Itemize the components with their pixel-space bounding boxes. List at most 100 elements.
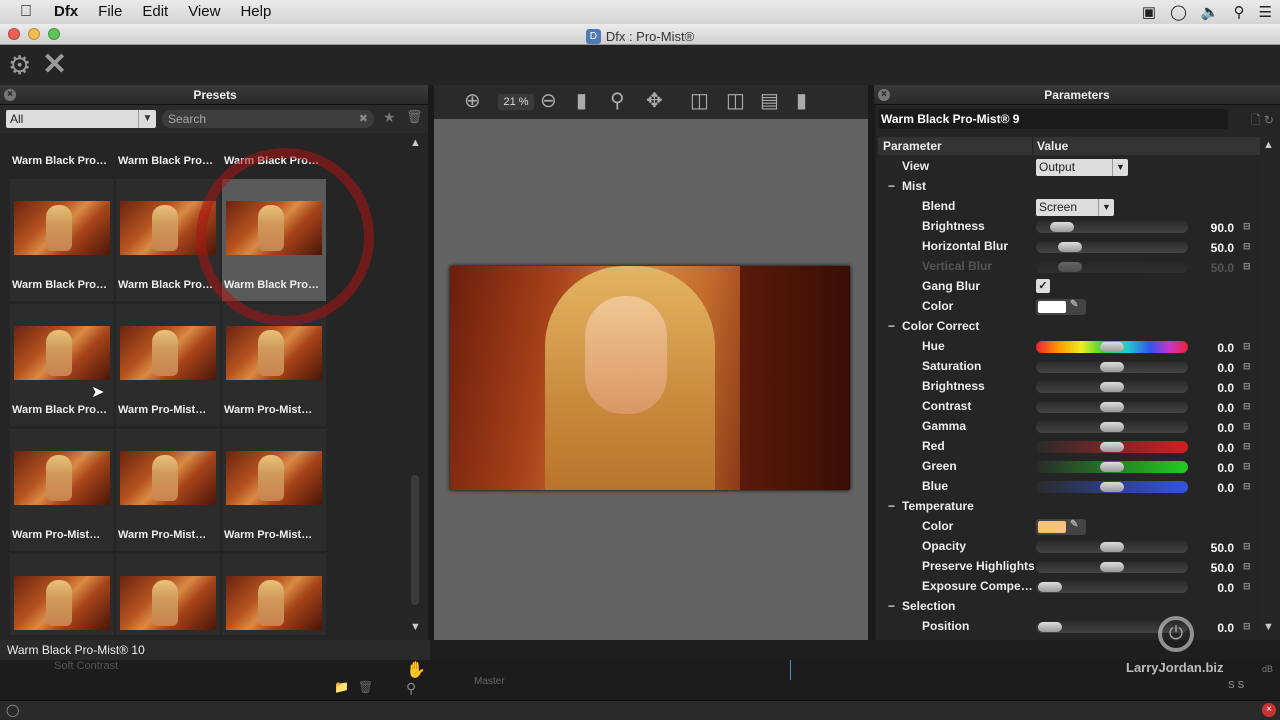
saturation-slider[interactable]: [1036, 361, 1188, 373]
folder-icon[interactable]: 📁: [334, 680, 349, 694]
gear-icon[interactable]: ⚙: [8, 51, 31, 79]
stepper-icon[interactable]: ⊟: [1243, 381, 1251, 392]
stepper-icon[interactable]: ⊟: [1243, 581, 1251, 592]
window-minimize-button[interactable]: [28, 28, 40, 40]
preset-tile[interactable]: Warm Pro-Mist…: [10, 429, 114, 551]
trash-icon[interactable]: 🗑: [406, 109, 423, 125]
zoom-in-icon[interactable]: ⊕: [464, 89, 481, 113]
magnifier-icon[interactable]: ⚲: [406, 680, 416, 697]
view-menu[interactable]: View: [178, 0, 230, 24]
creative-cloud-icon[interactable]: ◯: [6, 703, 19, 717]
slider-knob[interactable]: [1058, 242, 1082, 252]
scroll-down-icon[interactable]: ▼: [410, 621, 421, 633]
param-value[interactable]: 0.0: [1192, 461, 1234, 475]
stepper-icon[interactable]: ⊟: [1243, 561, 1251, 572]
red-slider[interactable]: [1036, 441, 1188, 453]
eyedropper-icon[interactable]: ✎: [1070, 299, 1078, 310]
param-value[interactable]: 0.0: [1192, 421, 1234, 435]
slider-knob[interactable]: [1100, 442, 1124, 452]
scroll-down-icon[interactable]: ▼: [1263, 621, 1274, 633]
stepper-icon[interactable]: ⊟: [1243, 541, 1251, 552]
slider-knob[interactable]: [1100, 422, 1124, 432]
close-red-icon[interactable]: ×: [1262, 703, 1276, 717]
stepper-icon[interactable]: ⊟: [1243, 421, 1251, 432]
contrast-slider[interactable]: [1036, 401, 1188, 413]
pan-move-icon[interactable]: ✥: [646, 89, 663, 113]
param-value[interactable]: 50.0: [1192, 241, 1234, 255]
app-menu[interactable]: Dfx: [44, 0, 88, 24]
slider-knob[interactable]: [1100, 382, 1124, 392]
stepper-icon[interactable]: ⊟: [1243, 481, 1251, 492]
stepper-icon[interactable]: ⊟: [1243, 361, 1251, 372]
window-zoom-button[interactable]: [48, 28, 60, 40]
list-icon[interactable]: ☰: [1259, 3, 1272, 21]
stepper-icon[interactable]: ⊟: [1243, 241, 1251, 252]
panel-divider[interactable]: [868, 85, 874, 640]
slider-knob[interactable]: [1100, 402, 1124, 412]
preset-tile[interactable]: [222, 554, 326, 635]
slider-knob[interactable]: [1100, 362, 1124, 372]
full-view-icon[interactable]: ▮: [796, 89, 807, 113]
param-value[interactable]: 90.0: [1192, 221, 1234, 235]
help-menu[interactable]: Help: [230, 0, 281, 24]
preserve-highlights-slider[interactable]: [1036, 561, 1188, 573]
hand-icon[interactable]: ✋: [406, 660, 426, 680]
param-value[interactable]: 50.0: [1192, 561, 1234, 575]
horizontal-blur-slider[interactable]: [1036, 241, 1188, 253]
param-value[interactable]: 0.0: [1192, 381, 1234, 395]
zoom-level[interactable]: 21 %: [498, 94, 534, 110]
slider-knob[interactable]: [1050, 222, 1074, 232]
exposure-slider[interactable]: [1036, 581, 1188, 593]
parameters-close-icon[interactable]: ×: [878, 89, 890, 101]
preset-tile[interactable]: [10, 554, 114, 635]
param-value[interactable]: 0.0: [1192, 621, 1234, 635]
apple-menu-icon[interactable]: : [0, 0, 44, 24]
gamma-slider[interactable]: [1036, 421, 1188, 433]
mist-color-well[interactable]: ✎: [1036, 299, 1086, 315]
param-value[interactable]: 0.0: [1192, 401, 1234, 415]
image-viewer[interactable]: [434, 119, 868, 640]
search-icon[interactable]: ⚲: [1234, 3, 1245, 21]
scroll-up-icon[interactable]: ▲: [1263, 139, 1274, 151]
cc-brightness-slider[interactable]: [1036, 381, 1188, 393]
split-view-icon[interactable]: ◫: [690, 89, 709, 113]
slider-knob[interactable]: [1100, 342, 1124, 352]
scroll-up-icon[interactable]: ▲: [410, 137, 421, 149]
fit-frame-icon[interactable]: ▮: [576, 89, 587, 113]
hue-slider[interactable]: [1036, 341, 1188, 353]
slider-knob[interactable]: [1100, 542, 1124, 552]
preset-tile[interactable]: Warm Pro-Mist…: [222, 429, 326, 551]
param-group-selection[interactable]: Selection: [878, 597, 1260, 617]
param-group-temperature[interactable]: Temperature: [878, 497, 1260, 517]
compare-vertical-icon[interactable]: ◫: [726, 89, 745, 113]
volume-icon[interactable]: 🔈: [1201, 3, 1220, 21]
scrollbar-thumb[interactable]: [411, 475, 419, 605]
compare-horizontal-icon[interactable]: ▤: [760, 89, 779, 113]
slider-knob[interactable]: [1100, 462, 1124, 472]
green-slider[interactable]: [1036, 461, 1188, 473]
slider-knob[interactable]: [1038, 622, 1062, 632]
blend-dropdown[interactable]: Screen ▼: [1036, 199, 1114, 216]
trash-icon[interactable]: 🗑: [358, 680, 373, 694]
search-input[interactable]: Search ✖: [162, 110, 374, 128]
param-group-color-correct[interactable]: Color Correct: [878, 317, 1260, 337]
window-close-button[interactable]: [8, 28, 20, 40]
param-value[interactable]: 0.0: [1192, 581, 1234, 595]
eyedropper-icon[interactable]: ✎: [1070, 519, 1078, 530]
close-x-icon[interactable]: ✕: [42, 50, 67, 80]
zoom-tool-icon[interactable]: ⚲: [610, 89, 625, 113]
creative-cloud-icon[interactable]: ◯: [1170, 3, 1187, 21]
preset-tile[interactable]: Warm Black Pro…: [10, 304, 114, 426]
stepper-icon[interactable]: ⊟: [1243, 341, 1251, 352]
camera-icon[interactable]: ▣: [1142, 3, 1156, 21]
param-value[interactable]: 0.0: [1192, 481, 1234, 495]
zoom-out-icon[interactable]: ⊖: [540, 89, 557, 113]
category-select[interactable]: All ▼: [6, 110, 156, 128]
opacity-slider[interactable]: [1036, 541, 1188, 553]
parameters-scrollbar[interactable]: ▲ ▼: [1260, 137, 1278, 637]
clear-search-icon[interactable]: ✖: [359, 110, 368, 128]
param-value[interactable]: 0.0: [1192, 361, 1234, 375]
blue-slider[interactable]: [1036, 481, 1188, 493]
slider-knob[interactable]: [1100, 482, 1124, 492]
param-value[interactable]: 0.0: [1192, 441, 1234, 455]
